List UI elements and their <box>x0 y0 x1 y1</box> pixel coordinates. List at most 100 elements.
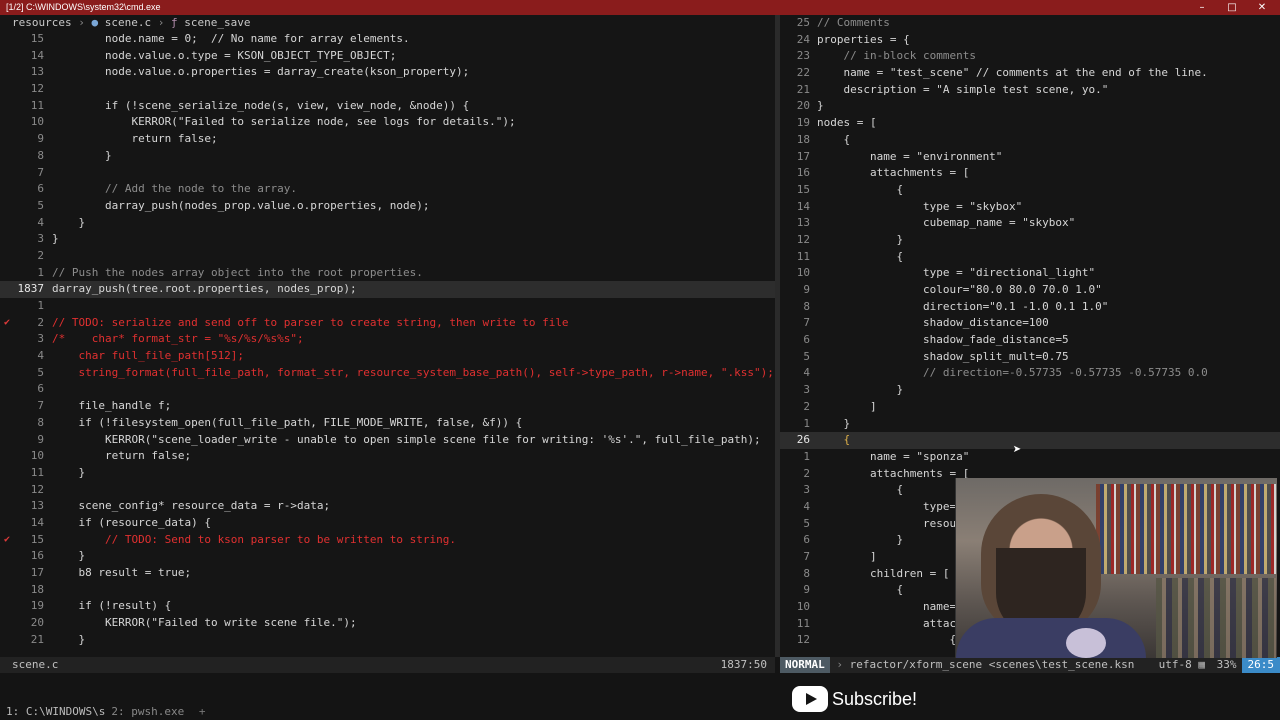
code-text[interactable]: type = "skybox" <box>817 199 1022 216</box>
code-text[interactable]: name=" <box>817 599 963 616</box>
code-text[interactable]: return false; <box>52 131 217 148</box>
code-line[interactable]: 3 /* char* format_str = "%s/%s/%s%s"; <box>0 331 775 348</box>
code-text[interactable]: { <box>817 632 956 649</box>
code-text[interactable]: } <box>52 231 59 248</box>
code-line[interactable]: 20 KERROR("Failed to write scene file.")… <box>0 615 775 632</box>
code-line[interactable]: 8 direction="0.1 -1.0 0.1 1.0" <box>780 299 1280 316</box>
code-text[interactable]: shadow_split_mult=0.75 <box>817 349 1069 366</box>
tmux-tab-inactive[interactable]: 2: pwsh.exe <box>111 705 184 718</box>
code-line[interactable]: 5 shadow_split_mult=0.75 <box>780 349 1280 366</box>
breadcrumb-folder[interactable]: resources <box>12 16 72 29</box>
code-text[interactable]: name = "test_scene" // comments at the e… <box>817 65 1207 82</box>
code-line[interactable]: 2 <box>0 248 775 265</box>
code-text[interactable]: { <box>817 582 903 599</box>
code-text[interactable]: attachments = [ <box>817 165 969 182</box>
code-text[interactable]: { <box>817 249 903 266</box>
code-line[interactable]: 13 scene_config* resource_data = r->data… <box>0 498 775 515</box>
code-text[interactable]: { <box>817 132 850 149</box>
code-line[interactable]: 1 <box>0 298 775 315</box>
code-text[interactable]: colour="80.0 80.0 70.0 1.0" <box>817 282 1102 299</box>
code-line[interactable]: 14 node.value.o.type = KSON_OBJECT_TYPE_… <box>0 48 775 65</box>
code-line[interactable]: 23 // in-block comments <box>780 48 1280 65</box>
code-line[interactable]: 10 return false; <box>0 448 775 465</box>
code-text[interactable]: name = "environment" <box>817 149 1002 166</box>
code-line[interactable]: 9 KERROR("scene_loader_write - unable to… <box>0 432 775 449</box>
code-text[interactable]: } <box>817 532 903 549</box>
code-line[interactable]: 5 darray_push(nodes_prop.value.o.propert… <box>0 198 775 215</box>
code-text[interactable]: return false; <box>52 448 191 465</box>
code-line[interactable]: 9 return false; <box>0 131 775 148</box>
code-text[interactable]: type = "directional_light" <box>817 265 1095 282</box>
code-line[interactable]: 17 b8 result = true; <box>0 565 775 582</box>
code-text[interactable]: } <box>52 465 85 482</box>
code-line[interactable]: 7 <box>0 165 775 182</box>
code-text[interactable]: cubemap_name = "skybox" <box>817 215 1075 232</box>
code-text[interactable]: // Push the nodes array object into the … <box>52 265 423 282</box>
code-text[interactable]: children = [ <box>817 566 949 583</box>
code-text[interactable]: KERROR("Failed to write scene file."); <box>52 615 357 632</box>
code-text[interactable]: ] <box>817 399 877 416</box>
code-text[interactable]: shadow_distance=100 <box>817 315 1049 332</box>
code-line[interactable]: 17 name = "environment" <box>780 149 1280 166</box>
left-editor-pane[interactable]: resources › ● scene.c › ƒ scene_save 15 … <box>0 15 775 657</box>
code-text[interactable]: darray_push(tree.root.properties, nodes_… <box>52 281 357 298</box>
code-text[interactable]: file_handle f; <box>52 398 171 415</box>
code-text[interactable]: /* char* format_str = "%s/%s/%s%s"; <box>52 331 304 348</box>
code-text[interactable]: // TODO: Send to kson parser to be writt… <box>52 532 456 549</box>
code-line[interactable]: 22 name = "test_scene" // comments at th… <box>780 65 1280 82</box>
code-line[interactable]: 1 // Push the nodes array object into the… <box>0 265 775 282</box>
code-text[interactable]: resour <box>817 516 963 533</box>
code-text[interactable]: KERROR("Failed to serialize node, see lo… <box>52 114 515 131</box>
code-line[interactable]: 12 } <box>780 232 1280 249</box>
code-text[interactable]: attach <box>817 616 963 633</box>
code-text[interactable]: darray_push(nodes_prop.value.o.propertie… <box>52 198 430 215</box>
code-text[interactable]: } <box>52 548 85 565</box>
code-line[interactable]: 7 shadow_distance=100 <box>780 315 1280 332</box>
code-text[interactable]: } <box>817 416 850 433</box>
code-line[interactable]: 8 } <box>0 148 775 165</box>
code-text[interactable]: description = "A simple test scene, yo." <box>817 82 1108 99</box>
code-line[interactable]: 7 file_handle f; <box>0 398 775 415</box>
code-line[interactable]: 14 type = "skybox" <box>780 199 1280 216</box>
code-line[interactable]: 12 <box>0 81 775 98</box>
code-line[interactable]: 12 <box>0 482 775 499</box>
code-line[interactable]: 20} <box>780 98 1280 115</box>
code-line[interactable]: 2 ] <box>780 399 1280 416</box>
code-line[interactable]: 4 char full_file_path[512]; <box>0 348 775 365</box>
code-line[interactable]: 14 if (resource_data) { <box>0 515 775 532</box>
code-line[interactable]: 10 type = "directional_light" <box>780 265 1280 282</box>
code-line[interactable]: 21 } <box>0 632 775 649</box>
code-line[interactable]: ✔ 2// TODO: serialize and send off to par… <box>0 315 775 332</box>
code-line[interactable]: 11 if (!scene_serialize_node(s, view, vi… <box>0 98 775 115</box>
code-line[interactable]: 1 } <box>780 416 1280 433</box>
code-text[interactable]: } <box>817 232 903 249</box>
maximize-icon[interactable]: □ <box>1217 0 1247 15</box>
code-text[interactable]: // Add the node to the array. <box>52 181 297 198</box>
code-text[interactable]: } <box>817 382 903 399</box>
code-line[interactable]: 26 { <box>780 432 1280 449</box>
tmux-tab-active[interactable]: 1: C:\WINDOWS\s <box>6 705 105 718</box>
code-line[interactable]: 5 string_format(full_file_path, format_s… <box>0 365 775 382</box>
code-text[interactable]: // TODO: serialize and send off to parse… <box>52 315 569 332</box>
code-text[interactable]: nodes = [ <box>817 115 877 132</box>
code-text[interactable]: name = "sponza" <box>817 449 969 466</box>
code-line[interactable]: 19 if (!result) { <box>0 598 775 615</box>
code-line[interactable]: 13 node.value.o.properties = darray_crea… <box>0 64 775 81</box>
code-text[interactable]: node.name = 0; // No name for array elem… <box>52 31 410 48</box>
code-line[interactable]: 4 // direction=-0.57735 -0.57735 -0.5773… <box>780 365 1280 382</box>
code-line[interactable]: 10 KERROR("Failed to serialize node, see… <box>0 114 775 131</box>
code-line[interactable]: 21 description = "A simple test scene, y… <box>780 82 1280 99</box>
minimize-icon[interactable]: – <box>1187 0 1217 15</box>
code-line[interactable]: 4 } <box>0 215 775 232</box>
code-text[interactable]: // direction=-0.57735 -0.57735 -0.57735 … <box>817 365 1208 382</box>
code-line[interactable]: 15 node.name = 0; // No name for array e… <box>0 31 775 48</box>
code-line[interactable]: 18 <box>0 582 775 599</box>
code-text[interactable]: } <box>52 632 85 649</box>
code-line[interactable]: 11 } <box>0 465 775 482</box>
code-line[interactable]: 6 // Add the node to the array. <box>0 181 775 198</box>
code-text[interactable]: attachments = [ <box>817 466 969 483</box>
code-line[interactable]: 18 { <box>780 132 1280 149</box>
code-line[interactable]: 1 name = "sponza" <box>780 449 1280 466</box>
code-text[interactable]: properties = { <box>817 32 910 49</box>
code-text[interactable]: KERROR("scene_loader_write - unable to o… <box>52 432 761 449</box>
